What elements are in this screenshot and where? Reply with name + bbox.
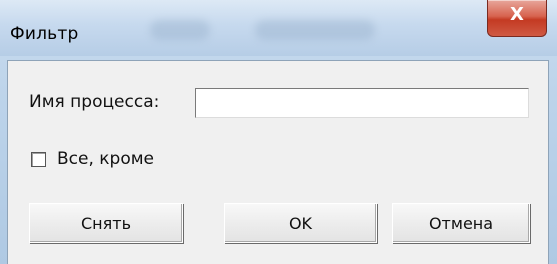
window-title: Фильтр	[10, 24, 79, 44]
process-name-input[interactable]	[195, 88, 529, 118]
filter-dialog: Фильтр X Имя процесса: Все, кроме Снять …	[0, 0, 557, 264]
clear-button-label: Снять	[80, 213, 131, 233]
process-name-label: Имя процесса:	[29, 92, 160, 112]
clear-button[interactable]: Снять	[29, 203, 183, 243]
dialog-body: Имя процесса: Все, кроме Снять OK Отмена	[7, 60, 549, 264]
titlebar-decoration	[255, 20, 375, 40]
close-icon: X	[510, 4, 524, 25]
ok-button-label: OK	[288, 213, 313, 233]
cancel-button[interactable]: Отмена	[392, 203, 530, 243]
ok-button[interactable]: OK	[224, 203, 377, 243]
title-bar[interactable]: Фильтр X	[0, 0, 557, 56]
except-checkbox-label[interactable]: Все, кроме	[57, 149, 154, 169]
close-button[interactable]: X	[487, 0, 547, 37]
titlebar-decoration	[150, 20, 210, 40]
checkbox-icon[interactable]	[31, 152, 46, 167]
cancel-button-label: Отмена	[428, 213, 494, 233]
